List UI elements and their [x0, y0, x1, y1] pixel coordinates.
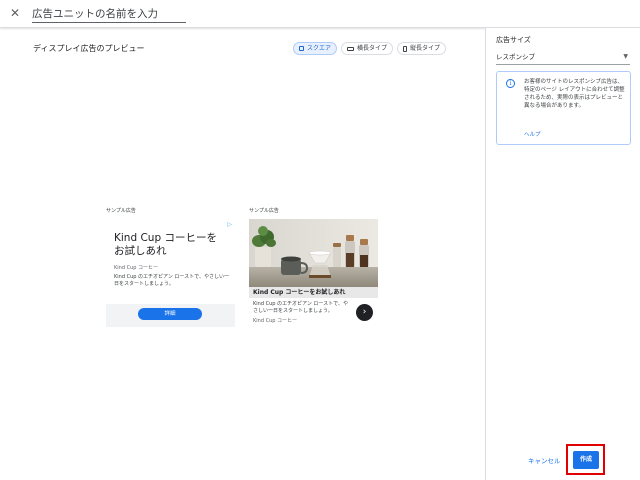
ad-size-value: レスポンシブ [496, 53, 535, 61]
ad1-details-button[interactable]: 詳細 [138, 308, 202, 320]
adchoices-icon[interactable]: ▷ [227, 221, 232, 228]
create-button[interactable]: 作成 [573, 451, 599, 469]
preview-title: ディスプレイ広告のプレビュー [33, 44, 145, 53]
ad-size-select[interactable]: レスポンシブ ▼ [496, 51, 630, 65]
ad-unit-name-input[interactable] [32, 6, 186, 23]
format-toggle-group: スクエア 横長タイプ 縦長タイプ [293, 42, 447, 55]
ad1-brand: Kind Cup コーヒー [114, 265, 159, 271]
chevron-right-icon[interactable]: › [356, 304, 373, 321]
coffee-photo [249, 219, 378, 287]
toggle-portrait-label: 縦長タイプ [410, 45, 441, 52]
cancel-button[interactable]: キャンセル [528, 455, 561, 465]
ad1-headline: Kind Cup コーヒーを お試しあれ [114, 232, 217, 257]
top-bar: ✕ [0, 0, 640, 28]
ad2-brand: Kind Cup コーヒー [253, 318, 298, 324]
sample-ad-label-1: サンプル広告 [106, 208, 136, 214]
toggle-landscape[interactable]: 横長タイプ [341, 42, 394, 55]
ad2-headline: Kind Cup コーヒーをお試しあれ [249, 287, 378, 298]
sample-ad-text[interactable]: ▷ Kind Cup コーヒーを お試しあれ Kind Cup コーヒー Kin… [106, 219, 235, 327]
ad-size-title: 広告サイズ [496, 36, 531, 44]
close-icon[interactable]: ✕ [8, 6, 22, 20]
info-icon: i [506, 79, 515, 88]
ad2-description: Kind Cup のエチオピアン ローストで、やさしい一日をスタートしましょう。 [253, 301, 348, 314]
toggle-square[interactable]: スクエア [293, 42, 338, 55]
ad1-content: ▷ Kind Cup コーヒーを お試しあれ Kind Cup コーヒー Kin… [106, 219, 235, 304]
square-icon [299, 46, 304, 51]
portrait-icon [403, 45, 408, 52]
ad1-description: Kind Cup のエチオピアン ローストで、やさしい一日をスタートしましょう。 [114, 274, 229, 287]
caret-down-icon: ▼ [623, 53, 628, 60]
ad-size-panel: 広告サイズ レスポンシブ ▼ i お客様のサイトのレスポンシブ広告は、特定のペー… [485, 28, 640, 480]
help-link[interactable]: ヘルプ [524, 130, 541, 138]
sample-ad-label-2: サンプル広告 [249, 208, 279, 214]
toggle-square-label: スクエア [307, 45, 332, 52]
landscape-icon [347, 46, 355, 51]
responsive-info-box: i お客様のサイトのレスポンシブ広告は、特定のページ レイアウトに合わせて調整さ… [496, 71, 631, 145]
toggle-landscape-label: 横長タイプ [357, 45, 388, 52]
info-text: お客様のサイトのレスポンシブ広告は、特定のページ レイアウトに合わせて調整される… [524, 79, 625, 109]
toggle-portrait[interactable]: 縦長タイプ [397, 42, 447, 55]
create-button-highlight: 作成 [566, 444, 605, 475]
